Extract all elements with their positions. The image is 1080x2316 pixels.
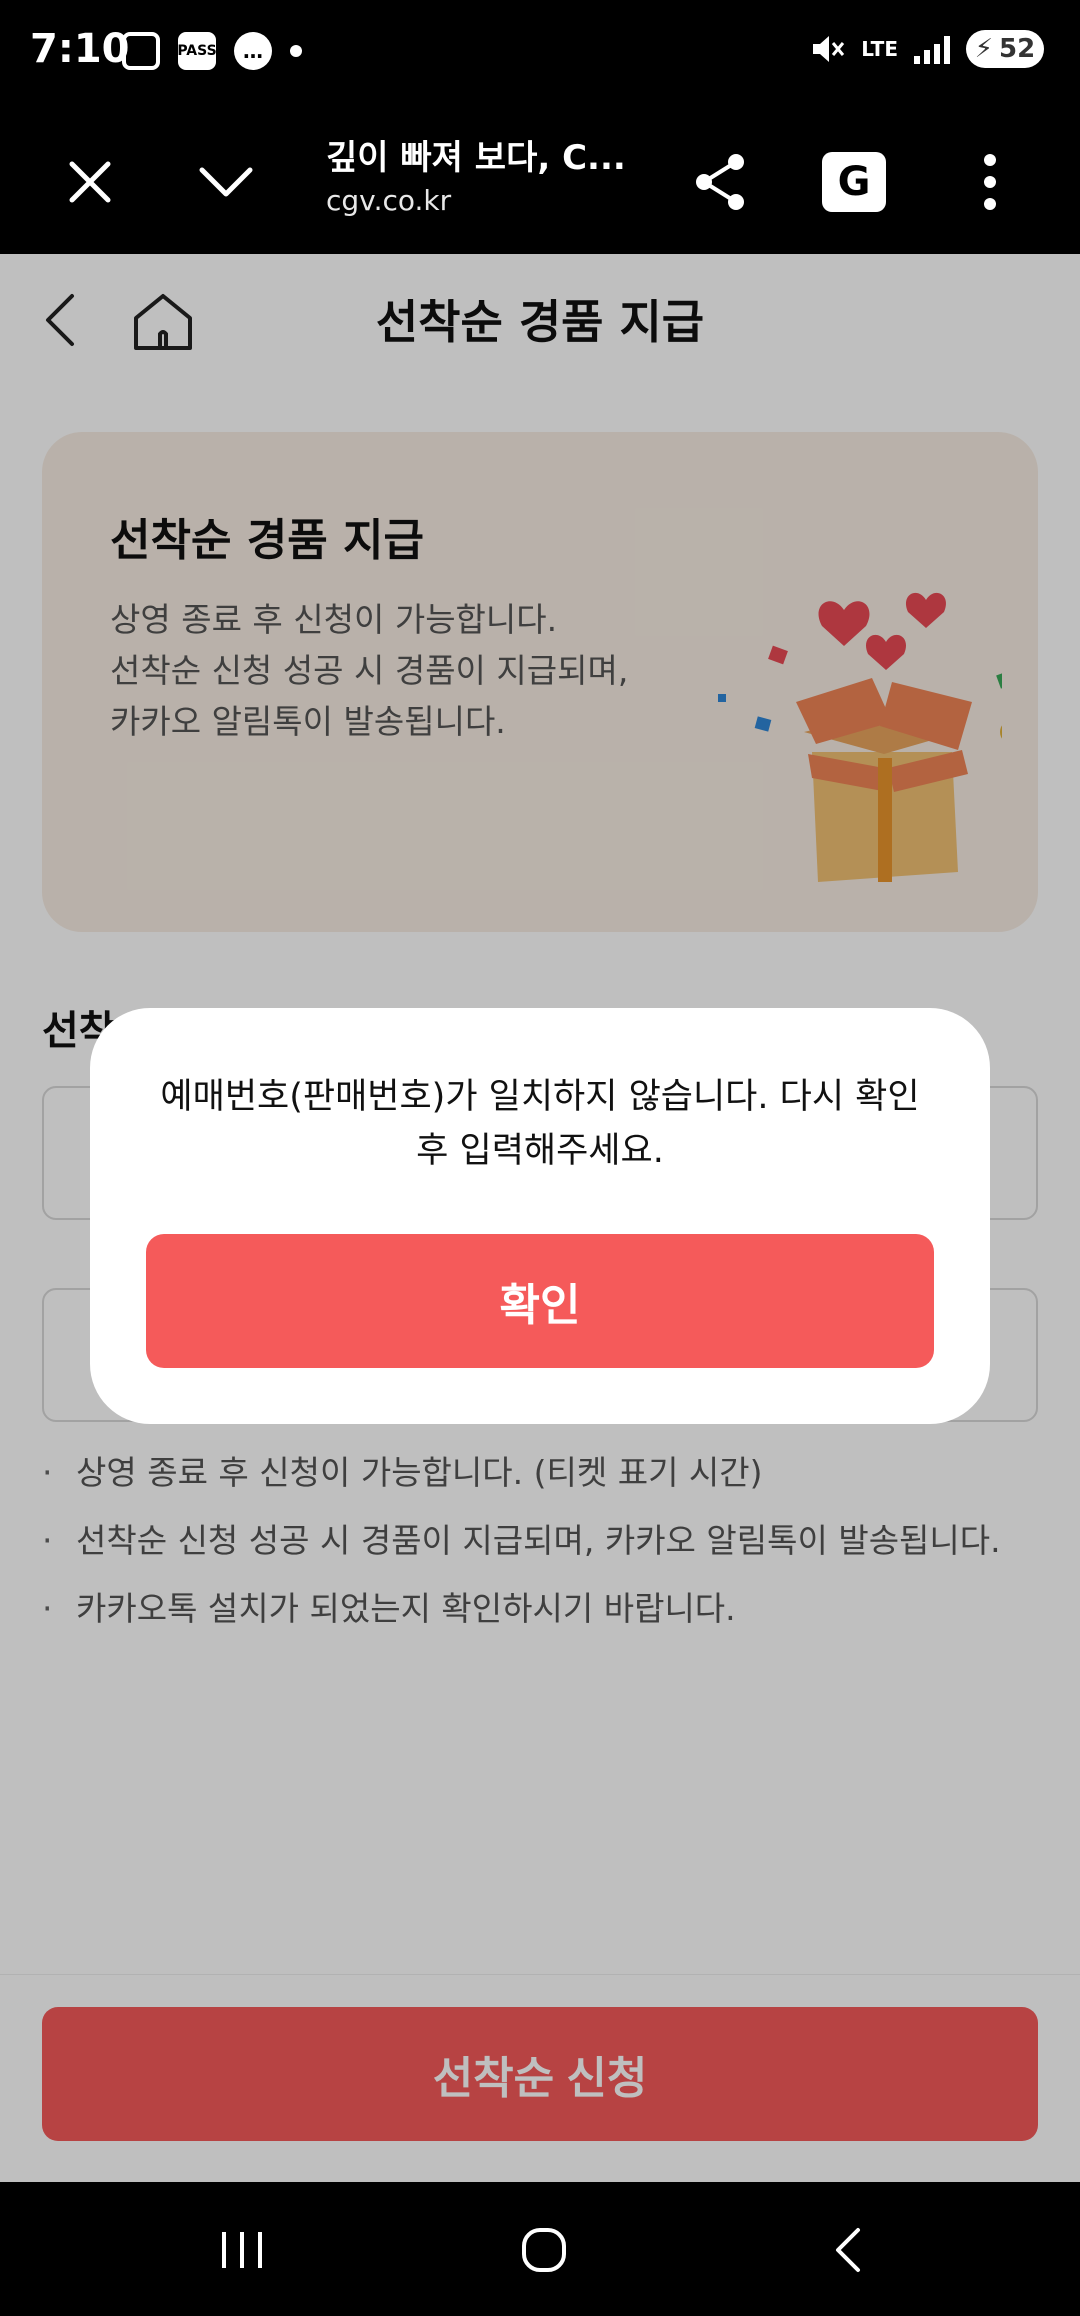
pass-app-icon: PASS [177, 32, 217, 70]
home-nav-button[interactable] [504, 2218, 584, 2282]
minimize-button[interactable] [186, 142, 266, 222]
status-time: 7:10 [30, 26, 130, 72]
translate-button[interactable]: G [814, 142, 894, 222]
recents-icon [222, 2232, 262, 2268]
more-notifications-dot [290, 45, 302, 57]
lte-indicator: LTE [861, 37, 898, 61]
page-url: cgv.co.kr [326, 184, 452, 217]
system-nav-bar [0, 2182, 1080, 2316]
signal-icon [914, 34, 950, 64]
status-bar: 7:10 PASS … LTE ⚡ 52 [0, 0, 1080, 104]
page-title: 깊이 빠져 보다, C... [326, 138, 626, 178]
translate-icon: G [822, 152, 886, 212]
charging-icon: ⚡ [974, 34, 994, 64]
message-icon: … [234, 32, 272, 70]
browser-toolbar: 깊이 빠져 보다, C... cgv.co.kr G [0, 104, 1080, 254]
alert-message-line: 후 입력해주세요. [416, 1131, 664, 1171]
battery-indicator: ⚡ 52 [966, 30, 1044, 68]
notification-icons: PASS … [122, 32, 302, 70]
confirm-button[interactable]: 확인 [146, 1234, 934, 1368]
alert-message: 예매번호(판매번호)가 일치하지 않습니다. 다시 확인 후 입력해주세요. [130, 1070, 950, 1178]
alert-message-line: 예매번호(판매번호)가 일치하지 않습니다. 다시 확인 [160, 1077, 920, 1117]
back-chevron-icon [836, 2228, 860, 2272]
more-options-button[interactable] [950, 142, 1030, 222]
back-nav-button[interactable] [808, 2218, 888, 2282]
chevron-down-icon [199, 167, 253, 197]
close-tab-button[interactable] [50, 142, 130, 222]
battery-level: 52 [999, 34, 1036, 64]
recent-apps-button[interactable] [202, 2218, 282, 2282]
screenshot-icon [122, 32, 160, 70]
share-button[interactable] [680, 142, 760, 222]
alert-dialog: 예매번호(판매번호)가 일치하지 않습니다. 다시 확인 후 입력해주세요. 확… [90, 1008, 990, 1424]
system-icons: LTE ⚡ 52 [809, 30, 1044, 68]
home-circle-icon [522, 2228, 566, 2272]
mute-icon [813, 36, 845, 62]
close-icon [69, 161, 111, 203]
share-icon [696, 154, 744, 210]
more-vertical-icon [984, 154, 996, 210]
